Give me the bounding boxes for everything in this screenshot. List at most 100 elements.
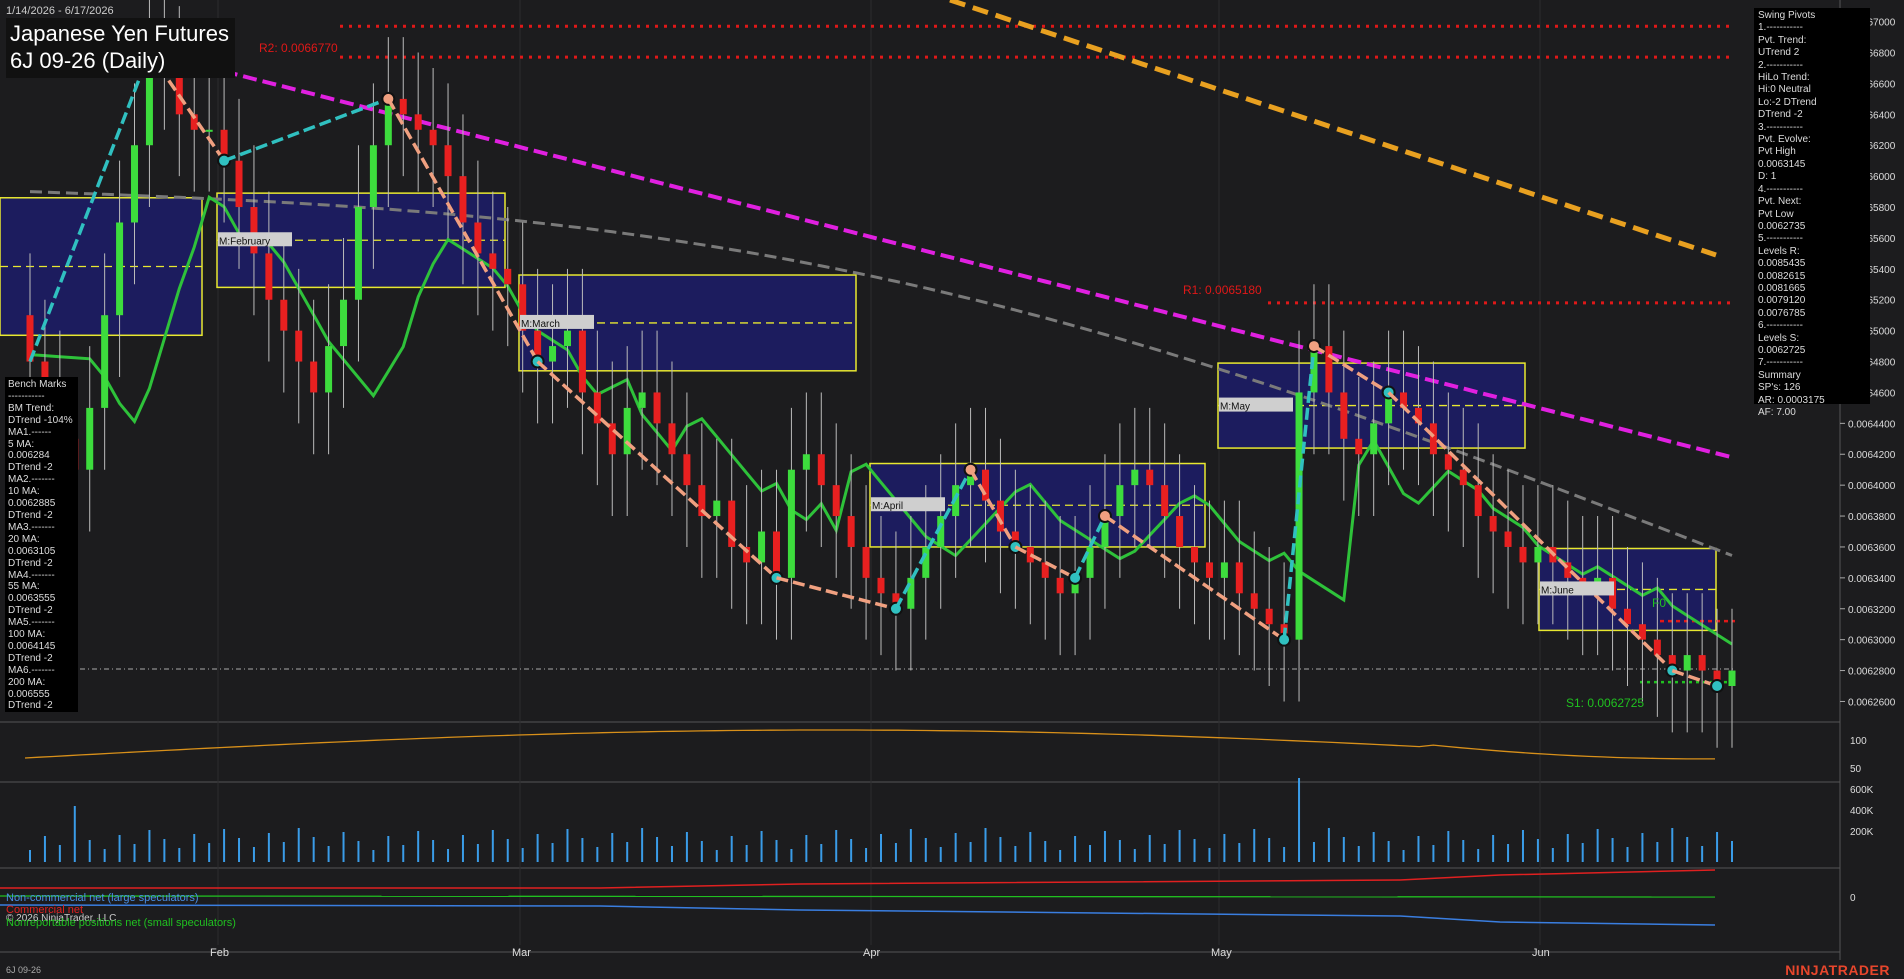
month-label: Feb: [210, 947, 229, 959]
candle-body: [310, 361, 318, 393]
f0-label: F0: [1652, 596, 1666, 610]
swing-pivot-line: UTrend 2: [1758, 47, 1800, 59]
bench-mark-line: 200 MA:: [8, 676, 46, 688]
bench-mark-line: 20 MA:: [8, 533, 40, 545]
price-tick-label: 0.0063200: [1848, 605, 1896, 616]
swing-pivot-line: Summary: [1758, 369, 1801, 381]
candle-body: [578, 330, 586, 393]
instrument-title: Japanese Yen Futures: [10, 21, 229, 46]
bench-mark-line: 55 MA:: [8, 581, 40, 593]
swing-pivot-line: Levels S:: [1758, 332, 1800, 344]
bench-mark-line: -----------: [8, 390, 45, 402]
candle-body: [1489, 516, 1497, 532]
candle-body: [1250, 593, 1258, 609]
candle-body: [653, 392, 661, 424]
candle-body: [429, 129, 437, 146]
bench-mark-line: MA4.-------: [8, 569, 55, 581]
legend-noncommercial: Non-commercial net (large speculators): [6, 892, 199, 904]
price-tick-label: 0.0063400: [1848, 574, 1896, 585]
candle-body: [369, 145, 377, 208]
candle-body: [1131, 469, 1139, 486]
swing-pivot-point: [1710, 679, 1725, 694]
candle-body: [832, 485, 840, 517]
swing-pivot-line: Pvt. Next:: [1758, 196, 1802, 208]
candle-body: [235, 160, 243, 208]
candle-body: [1429, 423, 1437, 455]
swing-pivot-line: 0.0081665: [1758, 282, 1806, 294]
bench-mark-line: 0.006284: [8, 450, 50, 462]
price-tick-label: 0.0063600: [1848, 543, 1896, 554]
candle-body: [1176, 516, 1184, 547]
candle-body: [847, 516, 855, 547]
swing-pivot-line: 0.0082615: [1758, 270, 1806, 282]
month-label: Mar: [512, 947, 531, 959]
candle-body: [265, 253, 273, 300]
volume-tick-label: 200K: [1850, 827, 1874, 838]
candle-body: [802, 454, 810, 470]
price-tick-label: 0.0064400: [1848, 419, 1896, 430]
month-box-label: M:April: [872, 501, 903, 512]
candle-body: [1116, 485, 1124, 517]
swing-pivot-line: AR: 0.0003175: [1758, 394, 1825, 406]
bench-mark-line: 10 MA:: [8, 486, 40, 498]
price-tick-label: 0.0062800: [1848, 667, 1896, 678]
candle-body: [593, 392, 601, 424]
candle-body: [1355, 438, 1363, 455]
candle-body: [340, 299, 348, 347]
candle-body: [1325, 346, 1333, 393]
legend-nonreportable: Nonreportable positions net (small specu…: [6, 917, 236, 929]
cot-commercial-line: [0, 869, 1716, 889]
candle-body: [623, 407, 631, 455]
bench-mark-line: DTrend -2: [8, 700, 53, 712]
oscillator-tick-label: 50: [1850, 764, 1862, 775]
swing-pivot-line: Pvt. Evolve:: [1758, 134, 1811, 146]
oscillator-tick-label: 100: [1850, 736, 1867, 747]
swing-pivot-line: Pvt Low: [1758, 208, 1794, 220]
swing-pivot-line: Hi:0 Neutral: [1758, 84, 1811, 96]
candle-body: [459, 176, 467, 223]
cot-noncommercial-line: [0, 904, 1716, 926]
candle-body: [205, 129, 213, 132]
cot-tick-label: 0: [1850, 893, 1856, 904]
r2-label: R2: 0.0066770: [259, 41, 338, 55]
swing-pivot-line: Lo:-2 DTrend: [1758, 96, 1817, 108]
swing-pivot-line: AF: 7.00: [1758, 407, 1796, 418]
candle-body: [504, 268, 512, 285]
time-axis: Feb Mar Apr May Jun: [210, 947, 1550, 959]
bench-mark-line: 0.006555: [8, 688, 50, 700]
s1-label: S1: 0.0062725: [1566, 696, 1644, 710]
swing-pivot-line: D: 1: [1758, 171, 1777, 183]
candle-body: [86, 407, 94, 470]
candle-body: [1220, 562, 1228, 578]
candle-body: [1235, 562, 1243, 594]
candle-body: [787, 469, 795, 578]
candle-body: [922, 546, 930, 578]
candle-body: [489, 253, 497, 269]
month-label: Jun: [1532, 947, 1550, 959]
bench-mark-line: DTrend -2: [8, 509, 53, 521]
month-range-boxes: [0, 192, 1717, 632]
candle-body: [1370, 423, 1378, 455]
swing-pivot-line: 0.0079120: [1758, 295, 1806, 307]
footer-symbol: 6J 09-26: [6, 965, 42, 975]
swing-pivot-line: 4.-----------: [1758, 183, 1803, 195]
candle-body: [116, 222, 124, 316]
bench-mark-line: MA6.-------: [8, 664, 55, 676]
swing-pivot-line: 3.-----------: [1758, 121, 1803, 133]
candle-body: [549, 346, 557, 362]
swing-pivot-line: HiLo Trend:: [1758, 72, 1810, 84]
candle-body: [131, 145, 139, 223]
candle-body: [1653, 639, 1661, 656]
candle-body: [325, 346, 333, 393]
candle-body: [1444, 454, 1452, 470]
month-box-label: M:March: [521, 319, 560, 330]
month-box-label: M:May: [1220, 402, 1250, 413]
swing-pivots-panel: Swing Pivots 1.----------- Pvt. Trend: UTre…: [1754, 8, 1870, 418]
swing-line: [223, 97, 389, 163]
candle-body: [817, 454, 825, 486]
candle-body: [280, 299, 288, 331]
price-tick-label: 0.0062600: [1848, 697, 1896, 708]
month-label: Apr: [863, 947, 880, 959]
swing-pivot-line: Pvt High: [1758, 146, 1796, 158]
swing-pivot-line: Levels R:: [1758, 245, 1800, 257]
